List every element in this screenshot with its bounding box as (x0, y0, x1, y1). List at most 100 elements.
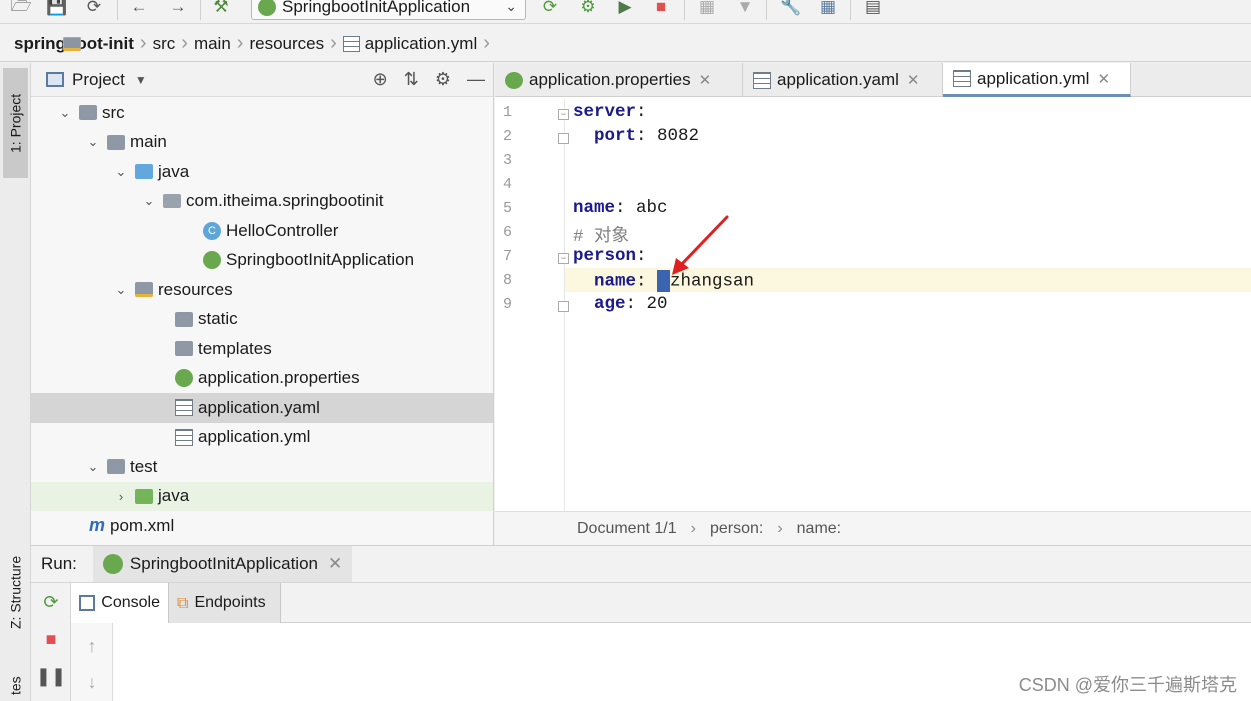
yaml-separator: : (636, 246, 647, 266)
tree-item-application-yaml[interactable]: application.yaml (31, 393, 493, 423)
chevron-down-icon[interactable]: ⌄ (113, 282, 129, 298)
tree-item-static[interactable]: static (31, 305, 493, 335)
close-icon[interactable]: ✕ (907, 71, 920, 89)
stop-icon[interactable]: ■ (40, 628, 62, 650)
close-icon[interactable]: ✕ (699, 71, 712, 89)
breadcrumb-main[interactable]: main (63, 34, 231, 54)
save-icon[interactable]: 💾 (46, 0, 68, 18)
tree-item-templates[interactable]: templates (31, 334, 493, 364)
tree-item-resources[interactable]: ⌄ resources (31, 275, 493, 305)
tree-item-java[interactable]: ⌄ java (31, 157, 493, 187)
run-configuration-select[interactable]: SpringbootInitApplication ⌄ (251, 0, 526, 20)
tab-application-yml[interactable]: application.yml ✕ (943, 63, 1131, 97)
code-line-6[interactable]: # 对象 (573, 222, 629, 247)
update-icon[interactable]: ▦ (696, 0, 718, 18)
stop-icon[interactable]: ■ (650, 0, 672, 18)
tab-label: Endpoints (194, 594, 266, 611)
arrow-down-icon[interactable]: ↓ (81, 671, 103, 693)
tree-item-hellocontroller[interactable]: C HelloController (31, 216, 493, 246)
code-line-2[interactable]: port: 8082 (573, 126, 699, 146)
tree-item-test[interactable]: ⌄ test (31, 452, 493, 482)
document-indicator[interactable]: Document 1/1 (577, 520, 677, 538)
yaml-path-name[interactable]: name: (797, 520, 841, 538)
tool-tab-project[interactable]: 1: Project (3, 68, 28, 178)
dropdown-arrow-icon[interactable]: ▼ (135, 73, 147, 87)
minimize-icon[interactable]: — (467, 69, 485, 90)
chevron-down-icon[interactable]: ⌄ (141, 193, 157, 209)
run-config-tab[interactable]: SpringbootInitApplication ✕ (92, 546, 353, 582)
back-icon[interactable]: ← (128, 0, 150, 18)
gear-icon[interactable]: ⚙ (435, 69, 451, 90)
forward-icon[interactable]: → (167, 0, 189, 18)
folder-open-icon[interactable]: 🗁 (10, 0, 32, 18)
tab-application-yaml[interactable]: application.yaml ✕ (743, 63, 943, 97)
fold-marker-icon[interactable]: − (558, 253, 569, 264)
coverage-icon[interactable]: ▶ (614, 0, 636, 18)
debug-icon[interactable]: ⚙ (577, 0, 599, 18)
chevron-down-icon[interactable]: ⌄ (57, 105, 73, 121)
code-line-9[interactable]: age: 20 (573, 294, 668, 314)
chevron-right-icon: › (330, 32, 337, 54)
arrow-up-icon[interactable]: ↑ (81, 635, 103, 657)
yaml-path-person[interactable]: person: (710, 520, 763, 538)
code-line-1[interactable]: server: (573, 102, 647, 122)
tree-item-label: pom.xml (110, 515, 175, 535)
editor-area: application.properties ✕ application.yam… (495, 63, 1251, 545)
tree-item-application-class[interactable]: SpringbootInitApplication (31, 246, 493, 276)
deploy-icon[interactable]: ▼ (734, 0, 756, 18)
chevron-down-icon[interactable]: ⌄ (85, 459, 101, 475)
sdk-icon[interactable]: ▤ (862, 0, 884, 18)
class-icon: C (203, 221, 221, 240)
package-icon (163, 194, 181, 209)
tree-item-src[interactable]: ⌄ src (31, 98, 493, 128)
line-number: 7 (503, 248, 513, 265)
chevron-down-icon[interactable]: ⌄ (113, 164, 129, 180)
chevron-down-icon[interactable]: ⌄ (85, 134, 101, 150)
tree-item-pom[interactable]: m pom.xml (31, 511, 493, 541)
fold-end-icon[interactable] (558, 133, 569, 144)
fold-marker-icon[interactable]: − (558, 109, 569, 120)
tab-endpoints[interactable]: ⧉ Endpoints (169, 583, 281, 623)
build-icon[interactable]: ⚒ (210, 0, 232, 18)
collapse-all-icon[interactable]: ⇅ (404, 69, 419, 90)
rerun-icon[interactable]: ⟳ (40, 591, 62, 613)
close-icon[interactable]: ✕ (328, 554, 342, 574)
source-folder-icon (135, 164, 153, 180)
tree-item-label: application.properties (198, 368, 360, 388)
yaml-indent (573, 272, 594, 292)
breadcrumb-resources[interactable]: resources (63, 34, 324, 54)
code-line-5[interactable]: name: abc (573, 198, 668, 218)
editor-tab-bar: application.properties ✕ application.yam… (495, 63, 1251, 97)
locate-icon[interactable]: ⊕ (373, 69, 388, 90)
project-structure-icon[interactable]: ▦ (817, 0, 839, 18)
breadcrumb-file[interactable]: application.yml (342, 34, 477, 54)
main-toolbar: 🗁 💾 ⟳ ← → ⚒ SpringbootInitApplication ⌄ … (0, 0, 1251, 24)
maven-icon: m (89, 515, 106, 536)
tab-application-properties[interactable]: application.properties ✕ (495, 63, 743, 97)
line-number: 1 (503, 104, 513, 121)
settings-wrench-icon[interactable]: 🔧 (780, 0, 802, 18)
tree-item-package[interactable]: ⌄ com.itheima.springbootinit (31, 187, 493, 217)
resources-folder-icon (135, 282, 153, 298)
chevron-right-icon: › (236, 32, 244, 54)
project-panel-title[interactable]: Project (72, 70, 125, 90)
tree-item-application-yml[interactable]: application.yml (31, 423, 493, 453)
breadcrumb-src[interactable]: src (63, 34, 175, 54)
folder-icon (107, 134, 125, 150)
tree-item-test-java[interactable]: › java (31, 481, 493, 511)
tree-item-main[interactable]: ⌄ main (31, 128, 493, 158)
tab-console[interactable]: Console (71, 583, 169, 623)
pause-icon[interactable]: ❚❚ (36, 665, 66, 687)
sync-icon[interactable]: ⟳ (83, 0, 105, 18)
tool-tab-favorites[interactable]: tes (3, 668, 28, 701)
close-icon[interactable]: ✕ (1097, 70, 1110, 88)
fold-end-icon[interactable] (558, 301, 569, 312)
tree-item-application-properties[interactable]: application.properties (31, 364, 493, 394)
chevron-right-icon[interactable]: › (113, 489, 129, 504)
yaml-separator: : (615, 198, 637, 218)
run-toolbar: ⟳ ■ ❚❚ (31, 583, 71, 701)
tool-tab-structure[interactable]: Z: Structure (3, 533, 28, 651)
rerun-icon[interactable]: ⟳ (539, 0, 561, 18)
console-icon (79, 595, 96, 611)
code-line-7[interactable]: person: (573, 246, 647, 266)
